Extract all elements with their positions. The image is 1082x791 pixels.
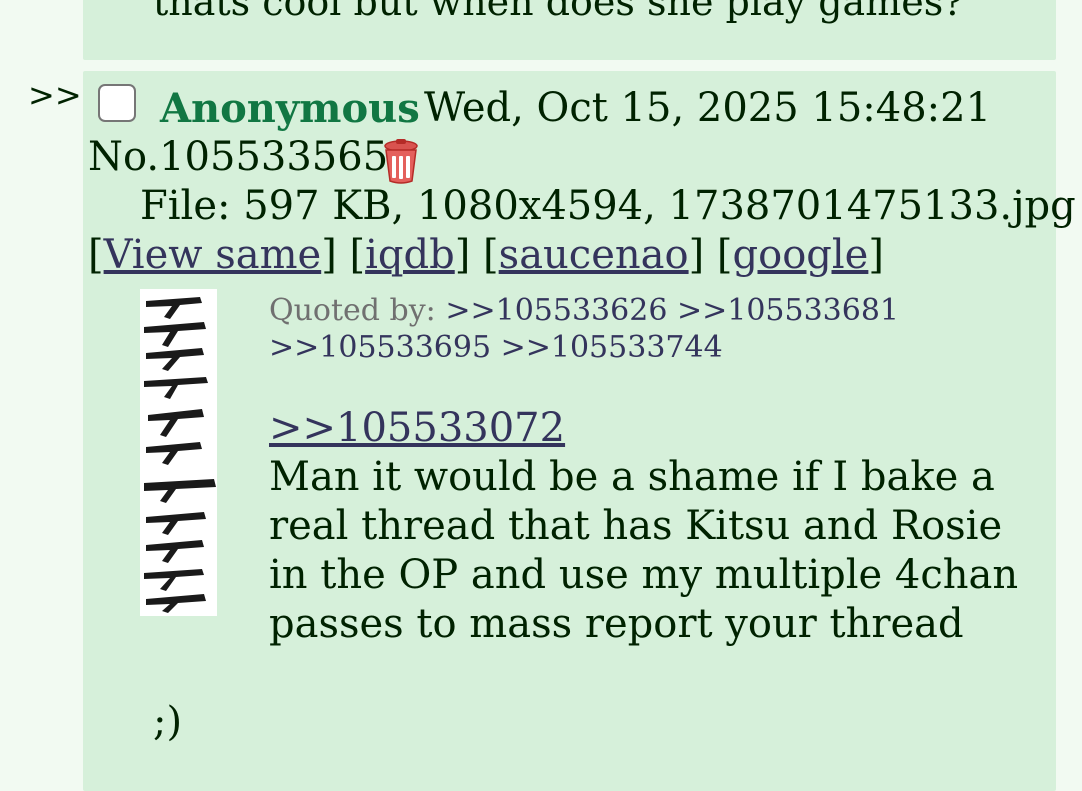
post-message: Man it would be a shame if I bake a real… <box>269 454 1019 647</box>
post-datetime: Wed, Oct 15, 2025 15:48:21 <box>424 85 992 131</box>
reply-post: Anonymous Wed, Oct 15, 2025 15:48:21 No.… <box>83 71 1076 791</box>
poster-name: Anonymous <box>160 85 420 132</box>
post-number[interactable]: No.105533565 <box>88 134 388 180</box>
google-link[interactable]: google <box>733 232 869 278</box>
reply-to-link[interactable]: >>105533072 <box>269 405 565 451</box>
quoted-by-link[interactable]: >>105533695 <box>269 330 491 365</box>
side-arrows: >> <box>28 76 82 114</box>
quoted-by-label: Quoted by: <box>269 293 436 328</box>
quoted-by-link[interactable]: >>105533626 <box>445 293 667 328</box>
quoted-by: Quoted by: >>105533626 >>105533681 >>1055… <box>269 292 969 366</box>
post-select-checkbox[interactable] <box>98 84 136 122</box>
quoted-by-link[interactable]: >>105533681 <box>677 293 899 328</box>
trash-icon[interactable] <box>380 139 422 185</box>
quoted-by-link[interactable]: >>105533744 <box>501 330 723 365</box>
image-search-links: [View same] [iqdb] [saucenao] [google] <box>88 232 884 278</box>
saucenao-link[interactable]: saucenao <box>499 232 689 278</box>
previous-post: thats cool but when does she play games? <box>83 0 1056 60</box>
post-image-thumbnail[interactable] <box>140 289 217 616</box>
view-same-link[interactable]: View same <box>104 232 322 278</box>
previous-post-text: thats cool but when does she play games? <box>153 0 964 24</box>
post-closing: ;) <box>153 699 183 745</box>
iqdb-link[interactable]: iqdb <box>365 232 455 278</box>
file-info: File: 597 KB, 1080x4594, 1738701475133.j… <box>140 183 1076 229</box>
